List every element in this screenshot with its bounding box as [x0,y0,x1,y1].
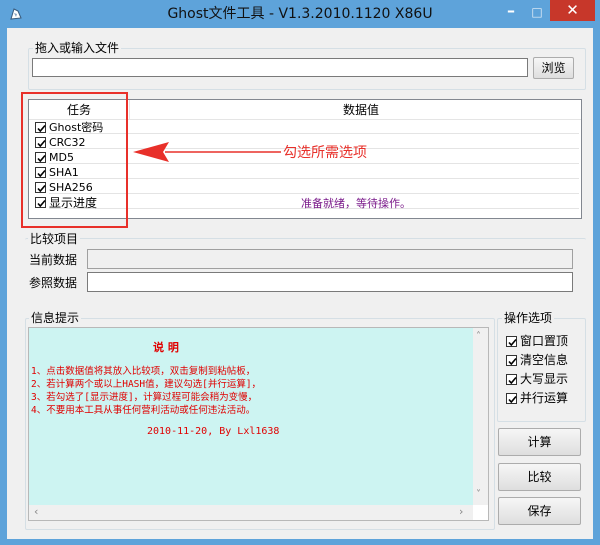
current-data-label: 当前数据 [29,253,78,267]
info-content: 说 明 1、点击数据值将其放入比较项，双击复制到粘帖板， 2、若计算两个或以上H… [29,328,473,505]
browse-button[interactable]: 浏览 [533,57,574,79]
compare-button[interactable]: 比较 [498,463,581,491]
option-label-stay-on-top: 窗口置顶 [520,334,569,348]
info-horizontal-scrollbar[interactable]: ‹ › [29,505,473,520]
file-group-label: 拖入或输入文件 [33,41,122,55]
option-clear-info[interactable]: 清空信息 [504,353,584,368]
option-parallel[interactable]: 并行运算 [504,391,584,406]
col-value-header[interactable]: 数据值 [343,103,379,117]
annotation-text: 勾选所需选项 [283,145,367,161]
info-footer: 2010-11-20, By Lxl1638 [147,426,280,437]
reference-data-label: 参照数据 [29,276,78,290]
option-uppercase[interactable]: 大写显示 [504,372,584,387]
task-status-text[interactable]: 准备就绪，等待操作。 [301,197,411,211]
highlight-box [21,92,128,228]
scroll-left-icon[interactable]: ‹ [34,505,38,519]
file-path-input[interactable] [32,58,528,77]
info-line-3: 3、若勾选了[显示进度]，计算过程可能会稍为变慢， [31,392,258,403]
maximize-button[interactable]: □ [524,2,550,22]
annotation-arrow-icon [133,142,281,162]
info-vertical-scrollbar[interactable]: ˄ ˅ [473,328,488,505]
save-button[interactable]: 保存 [498,497,581,525]
compare-group-label: 比较项目 [28,232,81,246]
info-line-1: 1、点击数据值将其放入比较项，双击复制到粘帖板， [31,366,256,377]
header-divider [129,100,130,119]
info-heading: 说 明 [153,341,179,354]
option-label-clear-info: 清空信息 [520,353,569,367]
scroll-down-icon[interactable]: ˅ [476,488,481,502]
minimize-button[interactable]: – [498,2,524,22]
scroll-right-icon[interactable]: › [459,505,463,519]
current-data-field[interactable] [87,249,573,269]
option-label-uppercase: 大写显示 [520,372,569,386]
option-stay-on-top[interactable]: 窗口置顶 [504,334,584,349]
option-label-parallel: 并行运算 [520,391,569,405]
checkbox-clear-info[interactable] [506,355,517,366]
close-button[interactable]: ✕ [550,0,595,21]
info-textarea[interactable]: 说 明 1、点击数据值将其放入比较项，双击复制到粘帖板， 2、若计算两个或以上H… [28,327,489,521]
client-area: 拖入或输入文件 浏览 任务 数据值 Ghost密码 CRC32 MD5 SHA1 [7,28,593,539]
info-group-label: 信息提示 [29,311,82,325]
checkbox-parallel[interactable] [506,393,517,404]
checkbox-uppercase[interactable] [506,374,517,385]
scroll-up-icon[interactable]: ˄ [476,330,481,344]
info-line-4: 4、不要用本工具从事任何营利活动或任何违法活动。 [31,405,256,416]
reference-data-input[interactable] [87,272,573,292]
compute-button[interactable]: 计算 [498,428,581,456]
checkbox-stay-on-top[interactable] [506,336,517,347]
info-line-2: 2、若计算两个或以上HASH值，建议勾选[并行运算]， [31,379,262,390]
options-group-label: 操作选项 [502,311,555,325]
